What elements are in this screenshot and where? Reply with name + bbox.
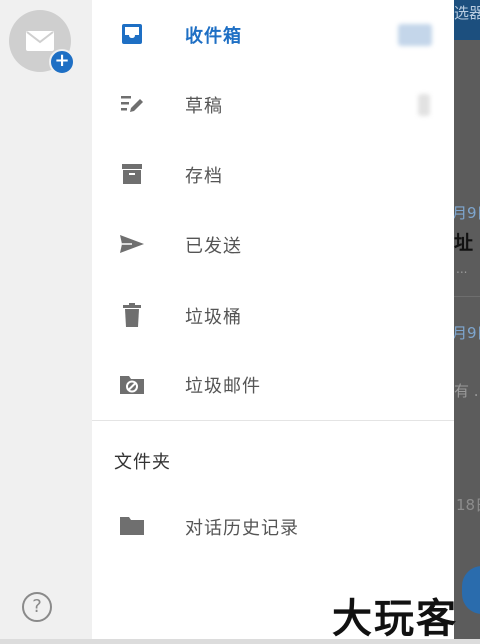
background-row-divider bbox=[454, 296, 480, 297]
drawer-item-label: 垃圾邮件 bbox=[185, 376, 261, 397]
drawer-item-label: 已发送 bbox=[185, 236, 242, 257]
drawer-item-junk[interactable]: 垃圾邮件 bbox=[92, 356, 454, 412]
watermark-text: 大玩客 bbox=[332, 596, 458, 642]
background-subject: 址 bbox=[454, 232, 474, 254]
sent-icon bbox=[118, 230, 146, 258]
background-header-text: 选器 bbox=[454, 4, 480, 22]
account-rail: + ? bbox=[0, 0, 92, 639]
background-mail-list: 选器 月9日 址 ... 月9日 有 .. 18日 bbox=[454, 0, 480, 639]
junk-icon bbox=[118, 370, 146, 398]
drawer-item-trash[interactable]: 垃圾桶 bbox=[92, 287, 454, 343]
drawer-item-inbox[interactable]: 收件箱 bbox=[92, 6, 454, 62]
background-ellipsis: ... bbox=[456, 262, 468, 276]
drawer-item-label: 草稿 bbox=[185, 96, 223, 117]
unread-count-badge bbox=[398, 24, 432, 46]
background-header: 选器 bbox=[454, 0, 480, 40]
draft-count-badge bbox=[418, 94, 430, 116]
help-button[interactable]: ? bbox=[22, 592, 52, 622]
archive-icon bbox=[118, 160, 146, 188]
drawer-item-label: 收件箱 bbox=[185, 26, 242, 47]
compose-fab[interactable] bbox=[462, 566, 480, 614]
folders-section-title: 文件夹 bbox=[114, 452, 171, 473]
drafts-icon bbox=[118, 90, 146, 118]
trash-icon bbox=[118, 301, 146, 329]
drawer-item-label: 对话历史记录 bbox=[185, 518, 299, 539]
add-account-button[interactable]: + bbox=[49, 49, 75, 75]
mail-icon bbox=[26, 31, 54, 51]
drawer-item-label: 存档 bbox=[185, 166, 223, 187]
background-date: 月9日 bbox=[454, 324, 480, 342]
background-preview: 有 .. bbox=[454, 382, 480, 400]
drawer-item-archive[interactable]: 存档 bbox=[92, 146, 454, 202]
folder-icon bbox=[118, 512, 146, 540]
inbox-icon bbox=[118, 20, 146, 48]
drawer-item-drafts[interactable]: 草稿 bbox=[92, 76, 454, 132]
navigation-drawer: 收件箱 草稿 存档 已发送 垃圾桶 垃圾邮件 文件夹 对话历史记录 bbox=[92, 0, 454, 639]
drawer-item-sent[interactable]: 已发送 bbox=[92, 216, 454, 272]
background-date: 月9日 bbox=[454, 204, 480, 222]
background-date: 18日 bbox=[456, 496, 480, 514]
drawer-item-label: 垃圾桶 bbox=[185, 307, 242, 328]
drawer-folder-conversation-history[interactable]: 对话历史记录 bbox=[92, 498, 454, 554]
drawer-divider bbox=[92, 420, 454, 421]
